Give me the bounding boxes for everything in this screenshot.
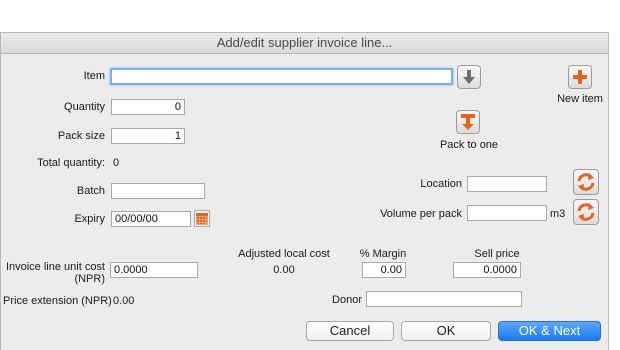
volume-unit-label: m3 [550,208,566,220]
pack-to-one-icon [461,114,475,130]
batch-input[interactable] [111,183,205,199]
new-item-label: New item [557,93,603,105]
sell-price-label: Sell price [474,248,520,260]
unit-cost-label-line2: (NPR) [74,273,105,285]
supplier-invoice-line-dialog: Add/edit supplier invoice line... Item N… [0,32,609,350]
margin-input[interactable] [362,262,406,278]
window-title: Add/edit supplier invoice line... [1,33,608,54]
expiry-label: Expiry [74,213,105,225]
quantity-input[interactable] [111,99,185,115]
quantity-label: Quantity [64,101,105,113]
donor-label: Donor [332,294,362,306]
unit-cost-input[interactable] [110,262,198,278]
margin-label: % Margin [359,248,407,260]
price-extension-label: Price extension (NPR) [3,295,112,307]
location-label: Location [420,178,462,190]
new-item-button[interactable] [568,65,592,89]
calendar-icon [196,213,208,225]
location-input[interactable] [467,176,547,192]
item-lookup-button[interactable] [457,65,481,89]
location-refresh-button[interactable] [573,169,599,195]
price-extension-value: 0.00 [113,295,135,307]
adjusted-local-cost-label: Adjusted local cost [238,248,330,260]
pack-size-label: Pack size [57,130,105,142]
batch-label: Batch [76,185,105,197]
sell-price-input[interactable] [453,262,521,278]
ok-button[interactable]: OK [401,321,491,341]
refresh-icon [577,173,595,191]
pack-to-one-label: Pack to one [439,139,499,151]
adjusted-local-cost-value: 0.00 [273,264,295,276]
item-input[interactable] [110,68,453,85]
calendar-button[interactable] [194,210,210,227]
volume-refresh-button[interactable] [573,199,599,225]
total-quantity-value: 0 [113,157,120,169]
volume-per-pack-label: Volume per pack [380,208,462,220]
arrow-down-icon [463,70,475,84]
pack-size-input[interactable] [111,128,185,144]
unit-cost-label: Invoice line unit cost (NPR) [3,261,105,285]
item-label: Item [83,70,105,82]
pack-to-one-button[interactable] [456,110,480,134]
expiry-input[interactable] [111,211,191,227]
ok-next-button[interactable]: OK & Next [498,321,601,341]
plus-icon [573,70,587,84]
volume-per-pack-input[interactable] [467,205,547,221]
unit-cost-label-line1: Invoice line unit cost [5,261,105,273]
refresh-icon [577,203,595,221]
donor-input[interactable] [366,291,522,307]
cancel-button[interactable]: Cancel [306,321,394,341]
total-quantity-label: Total quantity: [37,157,105,169]
